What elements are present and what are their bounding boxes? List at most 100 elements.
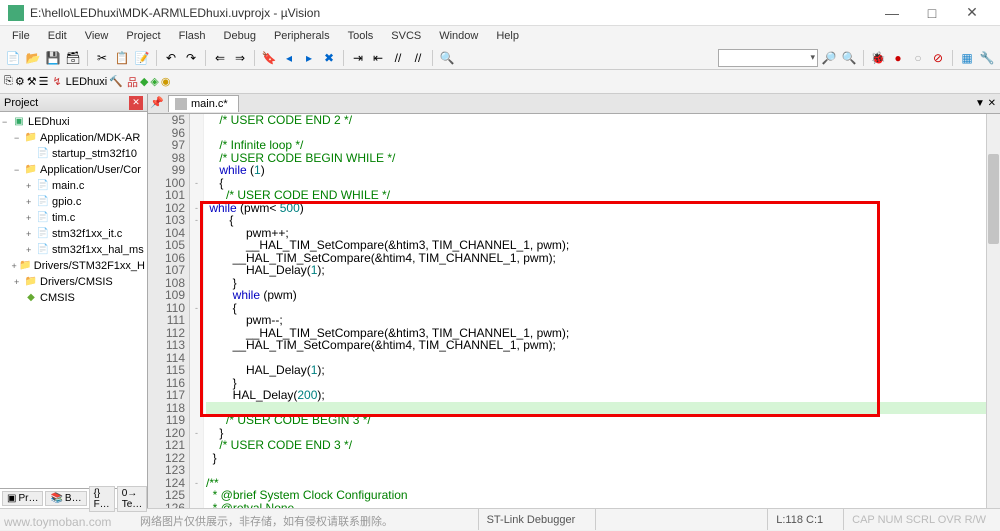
menu-flash[interactable]: Flash <box>171 28 214 44</box>
watermark-host: www.toymoban.com <box>4 515 111 529</box>
comment-icon[interactable]: // <box>389 49 407 67</box>
tree-node[interactable]: gpio.c <box>52 194 81 210</box>
manage-icon[interactable]: 品 <box>127 74 138 90</box>
code-editor: 📌 main.c* ▼ ✕ 95969798991001011021031041… <box>148 94 1000 508</box>
target-combo[interactable]: LEDhuxi <box>66 76 108 88</box>
download-icon[interactable]: ↯ <box>52 75 61 88</box>
configure-icon[interactable]: 🔧 <box>978 49 996 67</box>
undo-icon[interactable]: ↶ <box>162 49 180 67</box>
main-toolbar: 📄 📂 💾 🗃 ✂ 📋 📝 ↶ ↷ ⇐ ⇒ 🔖 ◂ ▸ ✖ ⇥ ⇤ // // … <box>0 46 1000 70</box>
menu-help[interactable]: Help <box>488 28 527 44</box>
vertical-scrollbar[interactable] <box>986 114 1000 508</box>
menu-svcs[interactable]: SVCS <box>383 28 429 44</box>
code-area[interactable]: 9596979899100101102103104105106107108109… <box>148 114 1000 508</box>
rebuild-icon[interactable]: ⚒ <box>27 75 37 88</box>
bookmark-next-icon[interactable]: ▸ <box>300 49 318 67</box>
incremental-find-icon[interactable]: 🔍 <box>840 49 858 67</box>
menu-tools[interactable]: Tools <box>340 28 382 44</box>
find-in-files-icon[interactable]: 🔎 <box>820 49 838 67</box>
manage-rte-icon[interactable]: ◆ <box>140 75 148 88</box>
outdent-icon[interactable]: ⇤ <box>369 49 387 67</box>
file-icon: 📄 <box>36 148 50 160</box>
menu-bar: File Edit View Project Flash Debug Perip… <box>0 26 1000 46</box>
tree-node[interactable]: tim.c <box>52 210 75 226</box>
open-icon[interactable]: 📂 <box>24 49 42 67</box>
bookmark-icon[interactable]: 🔖 <box>260 49 278 67</box>
folder-icon: 📁 <box>24 132 38 144</box>
select-packs-icon[interactable]: ◈ <box>150 75 158 88</box>
tree-node[interactable]: Drivers/STM32F1xx_H <box>34 258 145 274</box>
window-icon[interactable]: ▦ <box>958 49 976 67</box>
menu-debug[interactable]: Debug <box>216 28 264 44</box>
bookmark-clear-icon[interactable]: ✖ <box>320 49 338 67</box>
file-icon: 📄 <box>36 244 50 256</box>
copy-icon[interactable]: 📋 <box>113 49 131 67</box>
build-toolbar: ⎘ ⚙ ⚒ ☰ ↯ LEDhuxi 🔨 品 ◆ ◈ ◉ <box>0 70 1000 94</box>
tree-node[interactable]: main.c <box>52 178 84 194</box>
menu-window[interactable]: Window <box>431 28 486 44</box>
sidebar-tab-project[interactable]: ▣Pr… <box>2 491 43 506</box>
saveall-icon[interactable]: 🗃 <box>64 49 82 67</box>
file-icon: 📄 <box>36 180 50 192</box>
sidebar-tabs: ▣Pr… 📚B… {} F… 0→ Te… <box>0 488 147 508</box>
tree-node[interactable]: startup_stm32f10 <box>52 146 137 162</box>
find-combo[interactable] <box>718 49 818 67</box>
save-icon[interactable]: 💾 <box>44 49 62 67</box>
nav-back-icon[interactable]: ⇐ <box>211 49 229 67</box>
breakpoint-icon[interactable]: ● <box>889 49 907 67</box>
menu-edit[interactable]: Edit <box>40 28 75 44</box>
menu-file[interactable]: File <box>4 28 38 44</box>
translate-icon[interactable]: ⎘ <box>4 75 13 88</box>
sidebar-tab-templates[interactable]: 0→ Te… <box>117 486 148 512</box>
tree-node[interactable]: Drivers/CMSIS <box>40 274 113 290</box>
window-title: E:\hello\LEDhuxi\MDK-ARM\LEDhuxi.uvprojx… <box>30 6 872 20</box>
folder-icon: 📁 <box>24 276 38 288</box>
tree-node[interactable]: stm32f1xx_it.c <box>52 226 122 242</box>
target-options-icon[interactable]: 🔨 <box>109 75 123 88</box>
status-debugger: ST-Link Debugger <box>478 509 584 530</box>
menu-view[interactable]: View <box>77 28 117 44</box>
build-icon[interactable]: ⚙ <box>15 75 25 88</box>
minimize-button[interactable]: — <box>872 3 912 23</box>
debug-icon[interactable]: 🐞 <box>869 49 887 67</box>
cut-icon[interactable]: ✂ <box>93 49 111 67</box>
paste-icon[interactable]: 📝 <box>133 49 151 67</box>
editor-tabs: 📌 main.c* ▼ ✕ <box>148 94 1000 114</box>
new-icon[interactable]: 📄 <box>4 49 22 67</box>
diamond-icon: ◆ <box>24 292 38 304</box>
pin-icon[interactable]: 📌 <box>150 96 164 109</box>
editor-tab-main[interactable]: main.c* <box>168 95 239 112</box>
project-panel-header: Project ✕ <box>0 94 147 112</box>
title-bar: E:\hello\LEDhuxi\MDK-ARM\LEDhuxi.uvprojx… <box>0 0 1000 26</box>
project-tree[interactable]: −▣LEDhuxi −📁Application/MDK-AR📄startup_s… <box>0 112 147 488</box>
nav-fwd-icon[interactable]: ⇒ <box>231 49 249 67</box>
tab-dropdown-icon[interactable]: ▼ ✕ <box>971 98 1000 109</box>
file-icon <box>175 98 187 110</box>
tree-node[interactable]: Application/MDK-AR <box>40 130 140 146</box>
status-position: L:118 C:1 <box>767 509 831 530</box>
tree-node[interactable]: CMSIS <box>40 290 75 306</box>
redo-icon[interactable]: ↷ <box>182 49 200 67</box>
find-icon[interactable]: 🔍 <box>438 49 456 67</box>
menu-project[interactable]: Project <box>118 28 168 44</box>
sidebar-tab-books[interactable]: 📚B… <box>45 491 86 506</box>
folder-icon: 📁 <box>19 260 31 272</box>
bookmark-prev-icon[interactable]: ◂ <box>280 49 298 67</box>
panel-close-icon[interactable]: ✕ <box>129 96 143 110</box>
batch-build-icon[interactable]: ☰ <box>39 75 49 88</box>
breakpoint-kill-icon[interactable]: ⊘ <box>929 49 947 67</box>
breakpoint-disable-icon[interactable]: ○ <box>909 49 927 67</box>
tree-node[interactable]: Application/User/Cor <box>40 162 141 178</box>
uncomment-icon[interactable]: // <box>409 49 427 67</box>
close-button[interactable]: ✕ <box>952 3 992 23</box>
indent-icon[interactable]: ⇥ <box>349 49 367 67</box>
menu-peripherals[interactable]: Peripherals <box>266 28 338 44</box>
sidebar-tab-functions[interactable]: {} F… <box>89 486 115 512</box>
project-panel: Project ✕ −▣LEDhuxi −📁Application/MDK-AR… <box>0 94 148 508</box>
maximize-button[interactable]: □ <box>912 3 952 23</box>
file-icon: 📄 <box>36 212 50 224</box>
watermark-note: 网络图片仅供展示，非存储，如有侵权请联系删除。 <box>140 513 393 529</box>
pack-installer-icon[interactable]: ◉ <box>161 75 171 88</box>
tree-root[interactable]: LEDhuxi <box>28 114 70 130</box>
tree-node[interactable]: stm32f1xx_hal_ms <box>52 242 144 258</box>
